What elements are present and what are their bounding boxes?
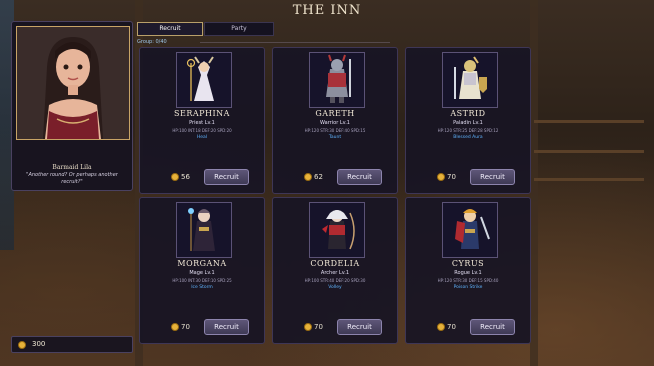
hero-class-level: Rogue Lv.1 — [454, 270, 482, 276]
hero-portrait — [176, 52, 232, 108]
hero-portrait — [442, 202, 498, 258]
gold-coin-icon — [304, 173, 312, 181]
hero-skill: Taunt — [328, 135, 342, 140]
hero-name: SERAPHINA — [174, 109, 230, 118]
gold-amount: 300 — [32, 340, 46, 348]
gold-coin-icon — [18, 341, 26, 349]
hero-class-level: Archer Lv.1 — [320, 270, 350, 276]
recruit-button[interactable]: Recruit — [337, 169, 382, 185]
tab-recruit[interactable]: Recruit — [137, 22, 203, 36]
hero-name: CYRUS — [451, 259, 485, 268]
cost-value: 70 — [314, 323, 323, 331]
hero-stats: HP:100 INT:18 DEF:20 SPD:20 — [172, 128, 232, 133]
warrior-sprite — [310, 53, 364, 107]
group-count: Group: 0/40 — [137, 39, 167, 45]
mage-sprite — [177, 203, 231, 257]
hero-stats: HP:100 INT:30 DEF:10 SPD:25 — [172, 278, 232, 283]
cost-value: 56 — [181, 173, 190, 181]
hero-card-cyrus: CYRUS Rogue Lv.1 HP:120 STR:30 DEF:15 SP… — [405, 197, 531, 344]
recruit-button[interactable]: Recruit — [470, 169, 515, 185]
hero-name: CORDELIA — [310, 259, 360, 268]
hero-skill: Poison Strike — [453, 285, 483, 290]
hero-class-level: Priest Lv.1 — [189, 120, 215, 126]
hero-card-seraphina: SERAPHINA Priest Lv.1 HP:100 INT:18 DEF:… — [139, 47, 265, 194]
hero-class-level: Warrior Lv.1 — [320, 120, 350, 126]
hero-portrait — [309, 202, 365, 258]
hero-cost: 70 — [437, 173, 456, 181]
hero-cost: 70 — [437, 323, 456, 331]
bar-shelf — [534, 178, 644, 181]
hero-portrait — [442, 52, 498, 108]
gold-coin-icon — [437, 173, 445, 181]
gold-coin-icon — [171, 323, 179, 331]
hero-cost: 70 — [171, 323, 190, 331]
gold-coin-icon — [437, 323, 445, 331]
hero-stats: HP:100 STR:40 DEF:20 SPD:30 — [304, 278, 366, 283]
hero-portrait — [309, 52, 365, 108]
hero-class-level: Paladin Lv.1 — [453, 120, 483, 126]
hero-stats: HP:120 STR:25 DEF:28 SPD:12 — [437, 128, 499, 133]
hero-name: MORGANA — [177, 259, 227, 268]
hero-name: ASTRID — [450, 109, 486, 118]
divider — [200, 42, 390, 43]
npc-name: Barmaid Lila — [52, 164, 92, 171]
hero-card-morgana: MORGANA Mage Lv.1 HP:100 INT:30 DEF:10 S… — [139, 197, 265, 344]
archer-sprite — [310, 203, 364, 257]
tab-party[interactable]: Party — [204, 22, 274, 36]
hero-card-astrid: ASTRID Paladin Lv.1 HP:120 STR:25 DEF:28… — [405, 47, 531, 194]
tab-bar: Recruit Party — [137, 22, 274, 36]
cost-value: 70 — [447, 323, 456, 331]
wood-beam — [530, 0, 538, 366]
gold-display: 300 — [11, 336, 133, 353]
recruit-button[interactable]: Recruit — [470, 319, 515, 335]
recruit-button[interactable]: Recruit — [204, 169, 249, 185]
rogue-sprite — [443, 203, 497, 257]
hero-portrait — [176, 202, 232, 258]
hero-name: GARETH — [315, 109, 355, 118]
cost-value: 70 — [447, 173, 456, 181]
hero-skill: Blessed Aura — [453, 135, 483, 140]
hero-cost: 70 — [304, 323, 323, 331]
hero-skill: Ice Storm — [191, 285, 213, 290]
cost-value: 70 — [181, 323, 190, 331]
npc-quote: "Another round? Or perhaps another recru… — [26, 172, 118, 185]
priest-sprite — [177, 53, 231, 107]
recruit-button[interactable]: Recruit — [337, 319, 382, 335]
gold-coin-icon — [171, 173, 179, 181]
hero-stats: HP:120 STR:30 DEF:15 SPD:40 — [437, 278, 499, 283]
hero-class-level: Mage Lv.1 — [189, 270, 215, 276]
hero-skill: Heal — [196, 135, 208, 140]
hero-cost: 62 — [304, 173, 323, 181]
recruit-button[interactable]: Recruit — [204, 319, 249, 335]
gold-coin-icon — [304, 323, 312, 331]
hero-stats: HP:120 STR:30 DEF:40 SPD:15 — [304, 128, 366, 133]
hero-skill: Volley — [328, 285, 342, 290]
cost-value: 62 — [314, 173, 323, 181]
hero-card-gareth: GARETH Warrior Lv.1 HP:120 STR:30 DEF:40… — [272, 47, 398, 194]
hero-card-cordelia: CORDELIA Archer Lv.1 HP:100 STR:40 DEF:2… — [272, 197, 398, 344]
screen-title: THE INN — [292, 3, 362, 18]
barmaid-portrait-image — [17, 27, 129, 139]
npc-panel: Barmaid Lila "Another round? Or perhaps … — [11, 21, 133, 191]
bar-shelf — [534, 150, 644, 153]
paladin-sprite — [443, 53, 497, 107]
npc-portrait — [16, 26, 130, 140]
hero-cost: 56 — [171, 173, 190, 181]
bar-shelf — [534, 120, 644, 123]
